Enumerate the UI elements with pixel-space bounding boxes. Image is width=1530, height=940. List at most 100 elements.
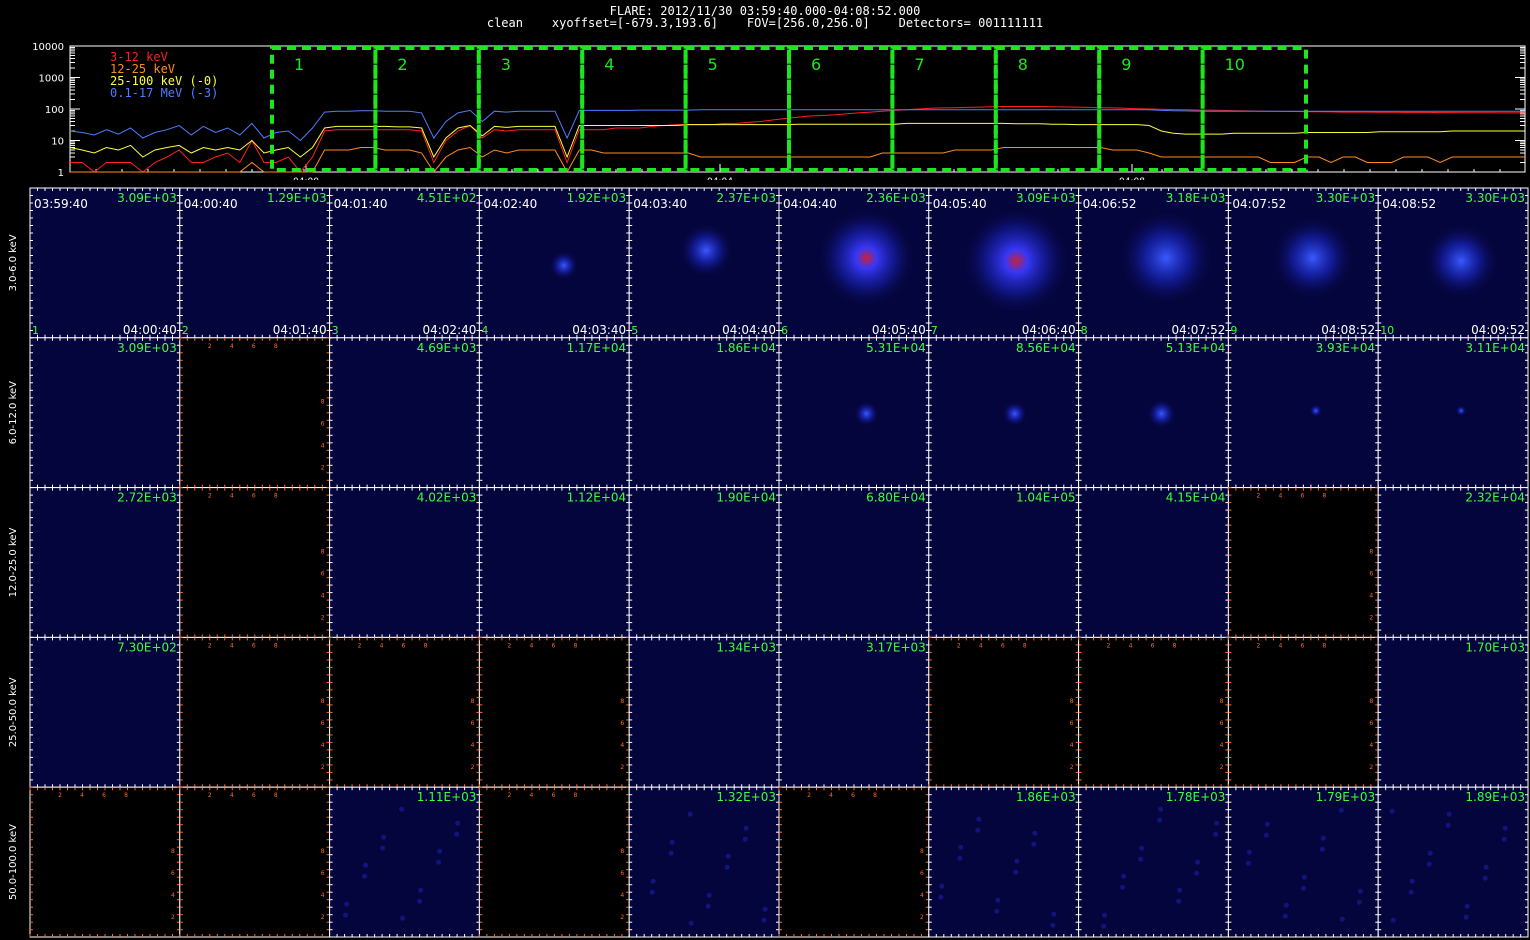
empty-axis-tick-label: 4 [620, 892, 624, 899]
empty-axis-tick-label: 6 [252, 642, 256, 649]
panel-end-time: 04:07:52 [1171, 323, 1225, 337]
panel-interval-number: 1 [32, 324, 39, 337]
image-panel [1377, 487, 1529, 638]
noise-speck [400, 915, 406, 921]
panel-max-value: 3.30E+03 [1465, 191, 1525, 205]
empty-axis-tick-label: 6 [252, 792, 256, 799]
panel-max-value: 1.29E+03 [267, 191, 327, 205]
energy-band-label: 6.0-12.0 keV [8, 381, 19, 445]
noise-speck [1409, 878, 1415, 884]
panel-max-value: 6.80E+04 [866, 491, 926, 505]
empty-axis-tick-label: 4 [529, 792, 533, 799]
panel-max-value: 1.11E+03 [417, 790, 477, 804]
image-panel [628, 487, 780, 638]
panel-max-value: 3.30E+03 [1316, 191, 1376, 205]
panel-start-time: 04:04:40 [783, 197, 837, 211]
noise-speck [454, 831, 460, 837]
panel-max-value: 1.34E+03 [716, 640, 776, 654]
panel-end-time: 04:08:52 [1321, 323, 1375, 337]
panel-start-time: 03:59:40 [34, 197, 88, 211]
panel-max-value: 1.32E+03 [716, 790, 776, 804]
panel-max-value: 4.69E+03 [417, 341, 477, 355]
empty-axis-tick-label: 4 [230, 493, 234, 500]
noise-speck [725, 853, 731, 859]
empty-axis-tick-label: 4 [1369, 592, 1373, 599]
noise-speck [1031, 841, 1037, 847]
panel-max-value: 2.37E+03 [716, 191, 776, 205]
noise-speck [1050, 922, 1056, 928]
source-blob [1425, 224, 1498, 297]
noise-speck [706, 892, 712, 898]
image-panel [1377, 636, 1529, 788]
noise-speck [1032, 830, 1038, 836]
empty-axis-tick-label: 4 [1129, 642, 1133, 649]
empty-panel [29, 786, 181, 938]
empty-axis-tick-label: 4 [80, 792, 84, 799]
noise-speck [939, 883, 945, 889]
empty-axis-tick-label: 6 [252, 493, 256, 500]
panel-max-value: 4.15E+04 [1166, 491, 1226, 505]
noise-speck [1101, 923, 1107, 929]
panel-start-time: 04:00:40 [184, 197, 238, 211]
noise-speck [1138, 856, 1144, 862]
panel-end-time: 04:09:52 [1471, 323, 1525, 337]
empty-panel [179, 337, 331, 489]
panel-end-time: 04:05:40 [872, 323, 926, 337]
noise-speck [1501, 836, 1507, 842]
panel-end-time: 04:06:40 [1022, 323, 1076, 337]
empty-axis-tick-label: 2 [507, 642, 511, 649]
noise-speck [994, 908, 1000, 914]
image-panel [928, 487, 1080, 638]
noise-speck [705, 903, 711, 909]
image-panel [329, 786, 480, 938]
panel-max-value: 5.31E+04 [866, 341, 926, 355]
empty-axis-tick-label: 2 [1369, 764, 1373, 771]
image-panel [1377, 786, 1529, 938]
empty-axis-tick-label: 2 [1220, 764, 1224, 771]
noise-speck [344, 901, 350, 907]
noise-speck [1195, 859, 1201, 865]
noise-speck [1320, 835, 1326, 841]
noise-speck [1014, 858, 1020, 864]
empty-panel [478, 786, 630, 938]
noise-speck [1102, 912, 1108, 918]
noise-speck [1121, 873, 1127, 879]
empty-axis-tick-label: 4 [1070, 742, 1074, 749]
noise-speck [1213, 831, 1219, 837]
panel-start-time: 04:05:40 [933, 197, 987, 211]
panel-max-value: 1.89E+03 [1465, 790, 1525, 804]
image-panel [329, 337, 480, 489]
empty-panel [778, 786, 930, 938]
noise-speck [418, 887, 424, 893]
noise-speck [437, 848, 443, 854]
panel-max-value: 3.18E+03 [1166, 191, 1226, 205]
empty-panel [1078, 636, 1229, 788]
panel-max-value: 3.17E+03 [866, 640, 926, 654]
empty-axis-tick-label: 8 [1369, 698, 1373, 705]
panel-max-value: 1.86E+04 [716, 341, 776, 355]
panel-max-value: 2.72E+03 [117, 491, 177, 505]
panel-interval-number: 7 [931, 324, 938, 337]
empty-axis-tick-label: 4 [230, 642, 234, 649]
panel-interval-number: 5 [631, 324, 638, 337]
noise-speck [436, 859, 442, 865]
noise-speck [1264, 821, 1270, 827]
empty-panel [1227, 487, 1379, 638]
panel-max-value: 5.13E+04 [1166, 341, 1226, 355]
panel-max-value: 1.86E+03 [1016, 790, 1076, 804]
empty-axis-tick-label: 4 [321, 443, 325, 450]
empty-axis-tick-label: 8 [573, 792, 577, 799]
empty-axis-tick-label: 4 [471, 742, 475, 749]
noise-speck [1246, 849, 1252, 855]
panel-max-value: 1.70E+03 [1465, 640, 1525, 654]
noise-speck [380, 845, 386, 851]
panel-max-value: 1.17E+04 [567, 341, 627, 355]
empty-axis-tick-label: 4 [829, 792, 833, 799]
empty-panel [478, 636, 630, 788]
panel-max-value: 1.12E+04 [567, 491, 627, 505]
noise-speck [669, 839, 675, 845]
source-blob [818, 209, 915, 306]
empty-axis-tick-label: 2 [358, 642, 362, 649]
image-panel [628, 636, 780, 788]
empty-axis-tick-label: 4 [230, 792, 234, 799]
